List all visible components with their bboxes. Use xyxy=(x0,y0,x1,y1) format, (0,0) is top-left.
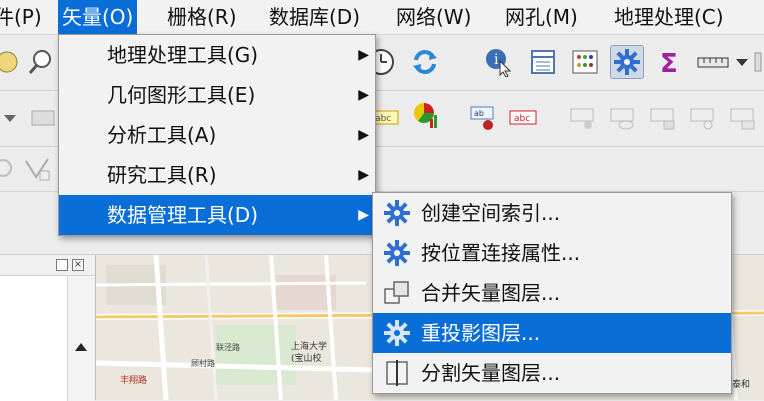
menu-item-label: 研究工具(R) xyxy=(107,163,217,187)
highlight-label-icon[interactable]: abc xyxy=(506,101,540,135)
vertex-tool-icon[interactable] xyxy=(20,151,54,185)
menu-item-reproject-layer[interactable]: 重投影图层... xyxy=(373,313,731,353)
menu-raster[interactable]: 栅格(R) xyxy=(167,0,237,34)
menu-item-merge-vector-layers[interactable]: 合并矢量图层... xyxy=(373,273,731,313)
menu-database[interactable]: 数据库(D) xyxy=(269,0,360,34)
diagram-icon[interactable] xyxy=(410,99,444,133)
zoom-icon[interactable] xyxy=(24,45,58,79)
gear-icon xyxy=(384,200,410,226)
disabled-label-icon-4 xyxy=(686,101,720,135)
submenu-arrow-icon: ▶ xyxy=(358,167,369,183)
gear-icon xyxy=(384,320,410,346)
menu-item-analysis-tools[interactable]: 分析工具(A) ▶ xyxy=(59,115,375,155)
submenu-arrow-icon: ▶ xyxy=(358,127,369,143)
refresh-icon[interactable] xyxy=(408,45,442,79)
chevron-down-icon[interactable] xyxy=(0,101,20,135)
scrollbar[interactable] xyxy=(67,276,94,401)
gear-icon xyxy=(384,240,410,266)
submenu-arrow-icon: ▶ xyxy=(358,207,369,223)
merge-layers-icon xyxy=(384,281,409,304)
menu-item-join-attributes-by-location[interactable]: 按位置连接属性... xyxy=(373,233,731,273)
identify-icon[interactable]: i xyxy=(482,45,516,79)
disabled-label-icon-3 xyxy=(646,101,680,135)
menu-bar: 件(P) 矢量(O) 栅格(R) 数据库(D) 网络(W) 网孔(M) 地理处理… xyxy=(0,0,764,35)
sum-icon[interactable]: Σ xyxy=(652,45,686,79)
map-label: 丰翔路 xyxy=(120,376,148,386)
menu-vector[interactable]: 矢量(O) xyxy=(58,0,138,34)
menu-item-geometry-tools[interactable]: 几何图形工具(E) ▶ xyxy=(59,75,375,115)
menu-item-split-vector-layer[interactable]: 分割矢量图层... xyxy=(373,353,731,393)
menu-item-label: 创建空间索引... xyxy=(421,201,561,225)
menu-item-label: 分析工具(A) xyxy=(107,123,217,147)
menu-item-label: 合并矢量图层... xyxy=(421,281,561,305)
menu-web[interactable]: 网络(W) xyxy=(396,0,471,34)
chevron-down-icon[interactable] xyxy=(732,45,752,79)
svg-text:abc: abc xyxy=(514,114,530,124)
map-label: (宝山校 xyxy=(291,354,322,364)
menu-item-research-tools[interactable]: 研究工具(R) ▶ xyxy=(59,155,375,195)
attribute-table-icon[interactable] xyxy=(526,45,560,79)
vector-menu: 地理处理工具(G) ▶ 几何图形工具(E) ▶ 分析工具(A) ▶ 研究工具(R… xyxy=(58,34,376,236)
disabled-label-icon-1 xyxy=(566,101,600,135)
svg-text:i: i xyxy=(494,52,499,68)
map-label: 顾村路 xyxy=(191,359,215,368)
pan-tool-icon[interactable] xyxy=(0,45,24,79)
node-tool-icon[interactable] xyxy=(0,151,20,185)
submenu-arrow-icon: ▶ xyxy=(358,87,369,103)
menu-item-label: 地理处理工具(G) xyxy=(107,43,259,67)
close-panel-icon[interactable]: × xyxy=(72,259,84,271)
svg-text:Σ: Σ xyxy=(660,49,678,77)
processing-toolbox-icon[interactable] xyxy=(610,45,644,79)
menu-item-label: 按位置连接属性... xyxy=(421,241,581,265)
menu-item-create-spatial-index[interactable]: 创建空间索引... xyxy=(373,193,731,233)
split-layer-icon xyxy=(386,360,408,386)
data-management-submenu: 创建空间索引... 按位置连接属性... 合并矢量图层... 重投影图层... … xyxy=(372,192,732,394)
disabled-label-icon-2 xyxy=(606,101,640,135)
scroll-up-icon[interactable] xyxy=(74,342,88,352)
menu-processing[interactable]: 地理处理(C) xyxy=(614,0,724,34)
statistics-icon[interactable] xyxy=(568,45,602,79)
float-panel-icon[interactable] xyxy=(56,259,68,271)
svg-text:ab: ab xyxy=(474,109,484,118)
submenu-arrow-icon: ▶ xyxy=(358,47,369,63)
svg-text:abc: abc xyxy=(375,114,391,124)
pin-label-icon[interactable]: ab xyxy=(466,101,500,135)
menu-item-geoprocessing-tools[interactable]: 地理处理工具(G) ▶ xyxy=(59,35,375,75)
toolbar-more-icon[interactable] xyxy=(752,45,764,79)
layers-panel: × xyxy=(0,255,96,401)
menu-item-label: 分割矢量图层... xyxy=(421,361,561,385)
digitize-icon[interactable] xyxy=(26,101,60,135)
menu-item-label: 数据管理工具(D) xyxy=(107,203,259,227)
menu-item-data-management-tools[interactable]: 数据管理工具(D) ▶ xyxy=(59,195,375,235)
measure-icon[interactable] xyxy=(696,45,730,79)
layers-list xyxy=(0,275,94,401)
map-label: 联泾路 xyxy=(216,343,240,352)
menu-item-label: 重投影图层... xyxy=(421,321,541,345)
menu-project[interactable]: 件(P) xyxy=(0,0,42,34)
map-label: 泰和 xyxy=(732,380,751,390)
menu-mesh[interactable]: 网孔(M) xyxy=(505,0,578,34)
disabled-label-icon-5 xyxy=(726,101,760,135)
menu-item-label: 几何图形工具(E) xyxy=(107,83,256,107)
